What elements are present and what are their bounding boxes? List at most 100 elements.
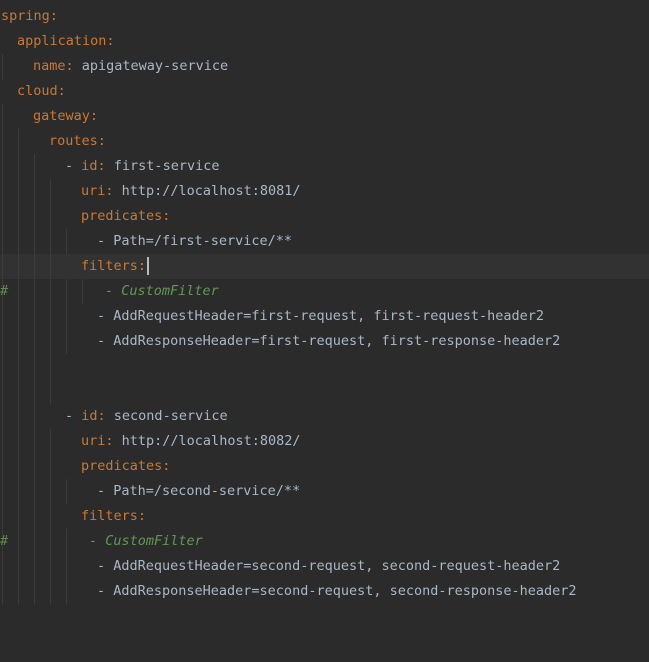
yaml-punctuation: : [97,408,114,424]
code-line[interactable]: application: [0,29,649,54]
code-line[interactable]: name: apigateway-service [0,54,649,79]
indent-guide [2,454,3,479]
code-line[interactable]: spring: [0,4,649,29]
indent-guide [34,254,35,279]
yaml-key: id [81,408,98,424]
yaml-value: - Path=/second-service/** [97,483,301,499]
code-line[interactable]: uri: http://localhost:8081/ [0,179,649,204]
code-text: application: [17,29,115,54]
yaml-punctuation: : [105,183,122,199]
code-text: uri: http://localhost:8081/ [81,179,300,204]
code-line[interactable]: - Path=/second-service/** [0,479,649,504]
indent-guide [2,304,3,329]
code-line[interactable] [0,379,649,404]
code-text: predicates: [81,454,170,479]
code-line[interactable]: - Path=/first-service/** [0,229,649,254]
yaml-key: filters [81,258,138,274]
indent-guide [2,479,3,504]
yaml-punctuation: : [137,258,147,274]
code-line[interactable]: - AddResponseHeader=first-request, first… [0,329,649,354]
indent-guide [2,379,3,404]
indent-guide [18,454,19,479]
yaml-punctuation: : [105,433,122,449]
indent-guide [2,179,3,204]
indent-guide [34,179,35,204]
indent-guide [50,354,51,379]
yaml-comment: - CustomFilter [105,283,219,299]
yaml-value: - AddRequestHeader=first-request, first-… [97,308,545,324]
yaml-value: first-service [113,158,220,174]
yaml-comment: - CustomFilter [89,533,203,549]
indent-guide [50,454,51,479]
code-text: - AddRequestHeader=second-request, secon… [97,554,560,579]
indent-guide [66,229,67,254]
indent-guide [18,254,19,279]
code-line[interactable]: - AddResponseHeader=second-request, seco… [0,579,649,604]
code-line[interactable]: - AddRequestHeader=first-request, first-… [0,304,649,329]
indent-guide [2,54,3,79]
indent-guide [2,154,3,179]
code-line[interactable]: cloud: [0,79,649,104]
indent-guide [18,529,19,554]
indent-guide [50,279,51,304]
indent-guide [50,179,51,204]
indent-guide [82,279,83,304]
code-line[interactable]: - id: first-service [0,154,649,179]
yaml-punctuation: : [137,508,147,524]
indent-guide [2,254,3,279]
indent-guide [18,579,19,604]
indent-guide [18,329,19,354]
code-text: - Path=/first-service/** [97,229,292,254]
yaml-punctuation: : [106,33,115,49]
indent-guide [50,204,51,229]
indent-guide [50,479,51,504]
indent-guide [2,429,3,454]
code-line[interactable]: gateway: [0,104,649,129]
indent-guide [18,304,19,329]
code-line[interactable]: filters: [0,254,649,279]
indent-guide [34,504,35,529]
code-text: name: apigateway-service [33,54,228,79]
code-line[interactable]: routes: [0,129,649,154]
indent-guide [2,204,3,229]
yaml-punctuation: : [162,458,171,474]
code-text: - CustomFilter [105,279,219,304]
indent-guide [18,229,19,254]
indent-guide [66,479,67,504]
indent-guide [34,429,35,454]
yaml-key: uri [81,183,106,199]
indent-guide [18,554,19,579]
code-line[interactable] [0,354,649,379]
code-line[interactable]: predicates: [0,204,649,229]
code-editor[interactable]: spring: application: name: apigateway-serv… [0,4,649,654]
code-text: - AddRequestHeader=first-request, first-… [97,304,544,329]
indent-guide [34,529,35,554]
yaml-punctuation: : [162,208,171,224]
code-text: filters: [81,504,146,529]
code-line[interactable]: # - CustomFilter [0,529,649,554]
code-line[interactable]: - id: second-service [0,404,649,429]
yaml-key: cloud [17,83,58,99]
code-text: - AddResponseHeader=second-request, seco… [97,579,577,604]
code-line[interactable]: # - CustomFilter [0,279,649,304]
code-text: routes: [49,129,106,154]
indent-guide [18,479,19,504]
indent-guide [2,329,3,354]
indent-guide [18,354,19,379]
indent-guide [66,529,67,554]
yaml-key: filters [81,508,138,524]
yaml-key: predicates [81,208,163,224]
indent-guide [2,354,3,379]
indent-guide [50,304,51,329]
indent-guide [34,454,35,479]
code-line[interactable]: uri: http://localhost:8082/ [0,429,649,454]
indent-guide [34,154,35,179]
code-line[interactable]: predicates: [0,454,649,479]
indent-guide [2,229,3,254]
indent-guide [50,579,51,604]
yaml-value: - AddResponseHeader=first-request, first… [97,333,561,349]
indent-guide [50,554,51,579]
code-line[interactable]: filters: [0,504,649,529]
code-line[interactable]: - AddRequestHeader=second-request, secon… [0,554,649,579]
yaml-key: name [33,58,66,74]
